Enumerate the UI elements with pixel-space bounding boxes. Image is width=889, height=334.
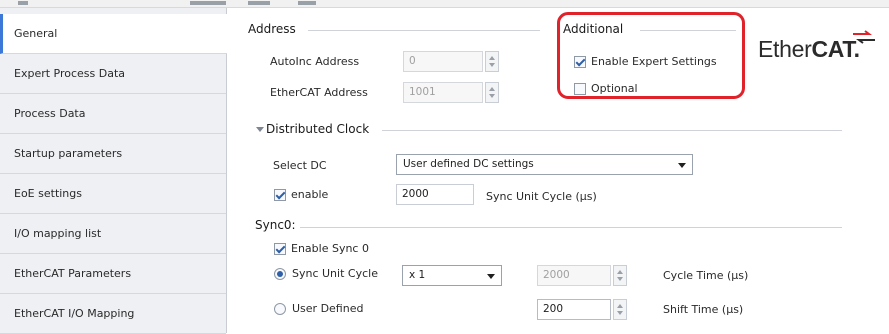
enable-sync0-label: Enable Sync 0 bbox=[291, 242, 369, 255]
ethercat-address-field[interactable]: 1001 bbox=[403, 82, 483, 103]
distributed-clock-title: Distributed Clock bbox=[266, 122, 370, 136]
shift-time-field[interactable]: 200 bbox=[537, 299, 611, 320]
sidebar-item-expert-process-data[interactable]: Expert Process Data bbox=[0, 54, 226, 94]
sidebar-item-label: I/O mapping list bbox=[14, 227, 102, 240]
toolbar-mark bbox=[298, 1, 316, 5]
shift-time-spinner[interactable] bbox=[613, 299, 627, 320]
spin-down-icon bbox=[617, 311, 623, 315]
sidebar-item-ethercat-io-mapping[interactable]: EtherCAT I/O Mapping bbox=[0, 294, 226, 334]
ethercat-logo: EtherCAT. bbox=[758, 36, 860, 62]
spin-up-icon bbox=[489, 56, 495, 60]
chevron-down-icon bbox=[678, 163, 686, 168]
enable-sync0-checkbox[interactable] bbox=[274, 243, 286, 255]
spin-down-icon bbox=[617, 277, 623, 281]
autoinc-address-field[interactable]: 0 bbox=[403, 51, 483, 72]
spin-down-icon bbox=[489, 94, 495, 98]
ethercat-address-label: EtherCAT Address bbox=[270, 86, 368, 99]
sync-unit-cycle-radio[interactable] bbox=[274, 268, 286, 280]
select-dc-value: User defined DC settings bbox=[403, 158, 534, 170]
toolbar-mark bbox=[248, 1, 270, 5]
distributed-clock-divider bbox=[382, 130, 842, 131]
sidebar-item-label: Expert Process Data bbox=[14, 67, 126, 80]
sidebar-item-startup-parameters[interactable]: Startup parameters bbox=[0, 134, 226, 174]
autoinc-address-label: AutoInc Address bbox=[270, 55, 360, 68]
sync-unit-cycle-field[interactable]: 2000 bbox=[396, 184, 474, 205]
spin-down-icon bbox=[489, 63, 495, 67]
collapse-chevron-icon[interactable] bbox=[256, 127, 264, 132]
sidebar-item-label: Startup parameters bbox=[14, 147, 123, 160]
highlight-box bbox=[557, 12, 745, 99]
chevron-down-icon bbox=[487, 274, 495, 279]
select-dc-label: Select DC bbox=[273, 159, 327, 172]
sidebar-item-eoe-settings[interactable]: EoE settings bbox=[0, 174, 226, 214]
spin-up-icon bbox=[489, 87, 495, 91]
sidebar-item-label: EtherCAT Parameters bbox=[14, 267, 132, 280]
sync-unit-cycle-radio-label: Sync Unit Cycle bbox=[292, 267, 378, 280]
cycle-time-field[interactable]: 2000 bbox=[537, 265, 611, 286]
ethercat-address-spinner[interactable] bbox=[485, 82, 499, 103]
sidebar-item-process-data[interactable]: Process Data bbox=[0, 94, 226, 134]
dc-enable-checkbox[interactable] bbox=[274, 189, 286, 201]
user-defined-radio[interactable] bbox=[274, 303, 286, 315]
sync-unit-cycle-label: Sync Unit Cycle (µs) bbox=[486, 190, 597, 203]
cycle-time-spinner[interactable] bbox=[613, 265, 627, 286]
top-toolbar-strip bbox=[0, 0, 889, 8]
sync0-divider bbox=[300, 227, 842, 228]
sync0-title: Sync0: bbox=[255, 218, 296, 232]
cycle-multiplier-value: x 1 bbox=[409, 269, 426, 281]
sidebar-item-general[interactable]: General bbox=[0, 14, 227, 54]
address-section-title: Address bbox=[248, 22, 296, 36]
sidebar-item-label: General bbox=[14, 27, 58, 40]
sidebar: General Expert Process Data Process Data… bbox=[0, 8, 227, 334]
user-defined-label: User Defined bbox=[292, 302, 364, 315]
address-divider bbox=[308, 30, 540, 31]
ethercat-logo-arrow-icon bbox=[853, 30, 875, 44]
spin-up-icon bbox=[617, 270, 623, 274]
select-dc-dropdown[interactable]: User defined DC settings bbox=[396, 154, 693, 175]
autoinc-address-spinner[interactable] bbox=[485, 51, 499, 72]
sidebar-item-ethercat-parameters[interactable]: EtherCAT Parameters bbox=[0, 254, 226, 294]
cycle-multiplier-dropdown[interactable]: x 1 bbox=[402, 265, 502, 286]
toolbar-mark bbox=[190, 1, 226, 5]
shift-time-label: Shift Time (µs) bbox=[663, 303, 744, 316]
dc-enable-label: enable bbox=[291, 188, 329, 201]
sidebar-item-io-mapping-list[interactable]: I/O mapping list bbox=[0, 214, 226, 254]
spin-up-icon bbox=[617, 304, 623, 308]
cycle-time-label: Cycle Time (µs) bbox=[663, 269, 749, 282]
sidebar-item-label: Process Data bbox=[14, 107, 86, 120]
sidebar-item-label: EoE settings bbox=[14, 187, 82, 200]
toolbar-mark bbox=[18, 1, 28, 5]
sidebar-item-label: EtherCAT I/O Mapping bbox=[14, 307, 135, 320]
